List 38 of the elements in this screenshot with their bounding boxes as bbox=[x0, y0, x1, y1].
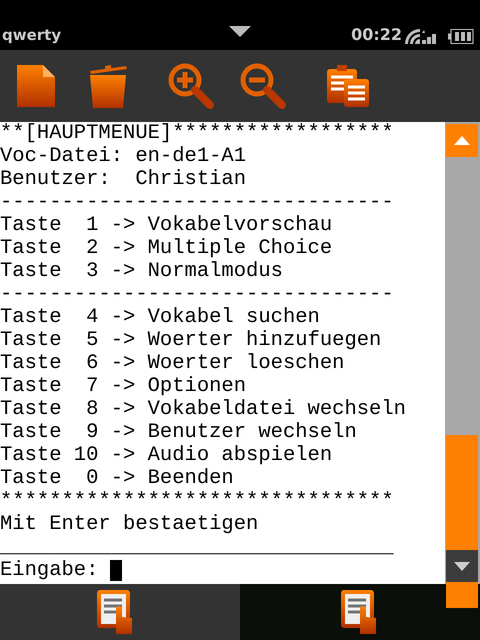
terminal-line: Mit Enter bestaetigen bbox=[0, 513, 258, 536]
terminal-line: -------------------------------- bbox=[0, 283, 394, 306]
terminal-line: Taste 10 -> Audio abspielen bbox=[0, 444, 332, 467]
scroll-down-button[interactable] bbox=[446, 550, 478, 582]
up-arrow-icon bbox=[454, 136, 470, 145]
new-file-icon[interactable] bbox=[16, 64, 56, 108]
terminal-line: -------------------------------- bbox=[0, 191, 394, 214]
terminal-line: Taste 7 -> Optionen bbox=[0, 375, 246, 398]
down-arrow-icon bbox=[454, 562, 470, 570]
bottom-tab[interactable] bbox=[0, 584, 240, 640]
text-cursor bbox=[110, 560, 122, 581]
scroll-up-button[interactable] bbox=[446, 124, 478, 157]
signal-icon bbox=[422, 30, 436, 44]
terminal-line: Benutzer: Christian bbox=[0, 168, 246, 191]
terminal-line: Taste 3 -> Normalmodus bbox=[0, 260, 283, 283]
wifi-icon bbox=[404, 28, 420, 44]
zoom-in-icon[interactable] bbox=[168, 63, 214, 109]
terminal-line: Taste 8 -> Vokabeldatei wechseln bbox=[0, 398, 406, 421]
terminal-line: ________________________________ bbox=[0, 536, 394, 559]
zoom-out-icon[interactable] bbox=[240, 63, 286, 109]
terminal-line: **[HAUPTMENUE]****************** bbox=[0, 122, 394, 145]
terminal-line: Taste 9 -> Benutzer wechseln bbox=[0, 421, 357, 444]
terminal-line: Taste 4 -> Vokabel suchen bbox=[0, 306, 320, 329]
clipboard-icon[interactable] bbox=[326, 63, 370, 109]
battery-icon bbox=[448, 29, 474, 44]
terminal-line: Taste 5 -> Woerter hinzufuegen bbox=[0, 329, 382, 352]
terminal-line: Taste 2 -> Multiple Choice bbox=[0, 237, 332, 260]
terminal-line: Taste 1 -> Vokabelvorschau bbox=[0, 214, 332, 237]
input-prompt: Eingabe: bbox=[0, 559, 98, 582]
bottom-tab[interactable] bbox=[240, 584, 480, 640]
dropdown-arrow-icon[interactable] bbox=[229, 26, 251, 38]
terminal-line: Taste 6 -> Woerter loeschen bbox=[0, 352, 344, 375]
terminal-line: ******************************** bbox=[0, 490, 394, 513]
terminal-line: Voc-Datei: en-de1-A1 bbox=[0, 145, 246, 168]
clock: 00:22 bbox=[351, 25, 402, 44]
app-name: qwerty bbox=[2, 26, 62, 44]
trash-icon[interactable] bbox=[88, 63, 128, 109]
terminal-line: Taste 0 -> Beenden bbox=[0, 467, 234, 490]
